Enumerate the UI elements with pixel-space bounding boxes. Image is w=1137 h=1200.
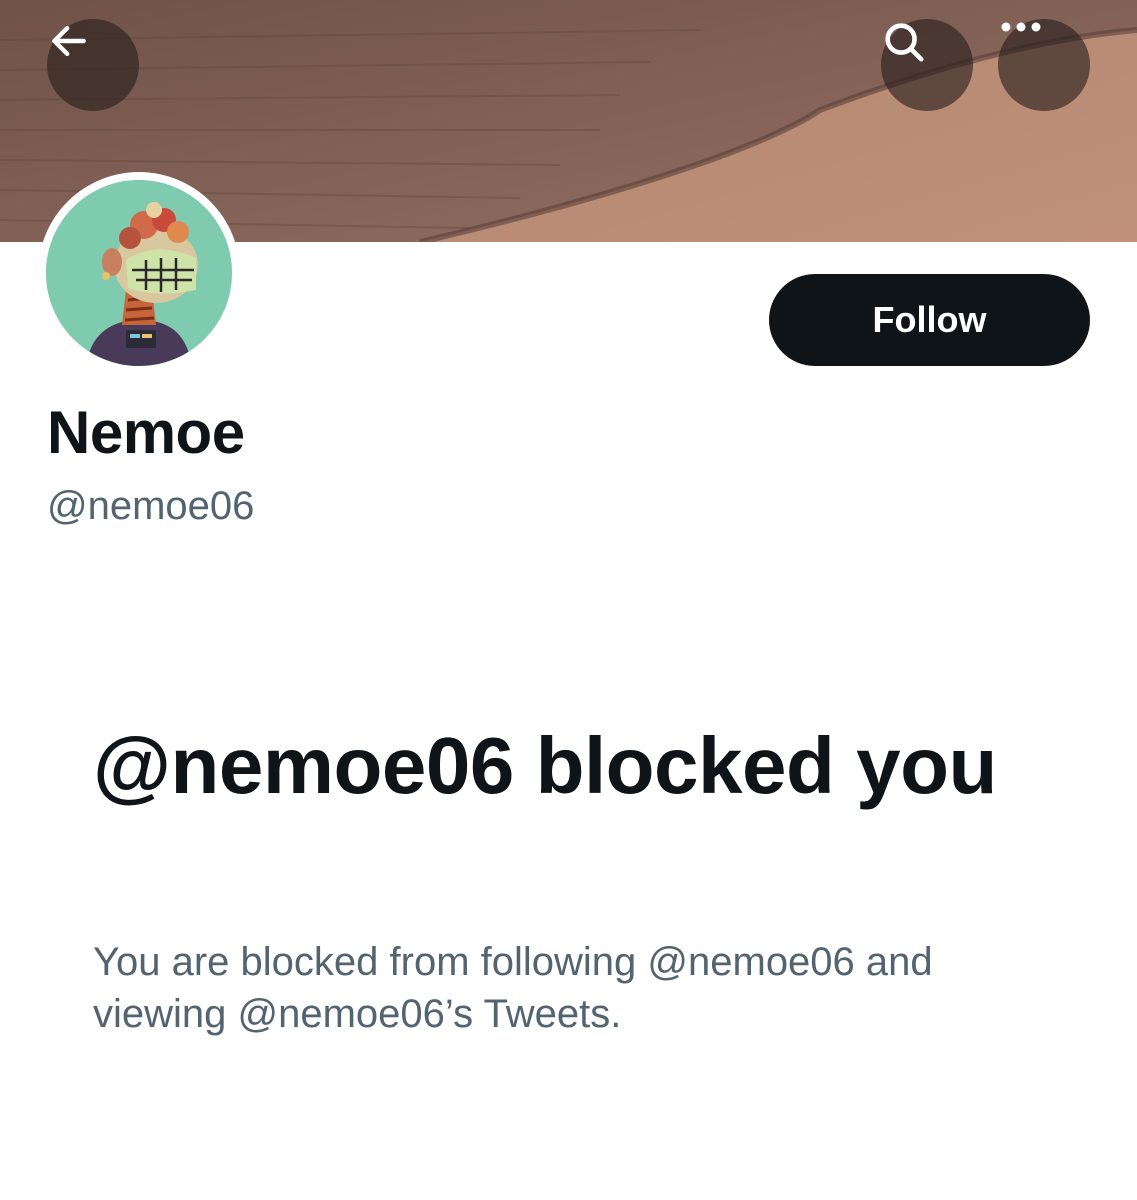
avatar[interactable] [46, 180, 232, 366]
blocked-title: @nemoe06 blocked you [93, 721, 997, 810]
more-options-button[interactable] [998, 19, 1090, 111]
follow-button[interactable]: Follow [769, 274, 1090, 366]
back-button[interactable] [47, 19, 139, 111]
blocked-description: You are blocked from following @nemoe06 … [93, 940, 933, 1036]
avatar-image [46, 180, 232, 366]
avatar-container[interactable] [38, 172, 240, 374]
profile-display-name: Nemoe [47, 399, 245, 466]
profile-handle: @nemoe06 [47, 484, 255, 528]
search-button[interactable] [881, 19, 973, 111]
